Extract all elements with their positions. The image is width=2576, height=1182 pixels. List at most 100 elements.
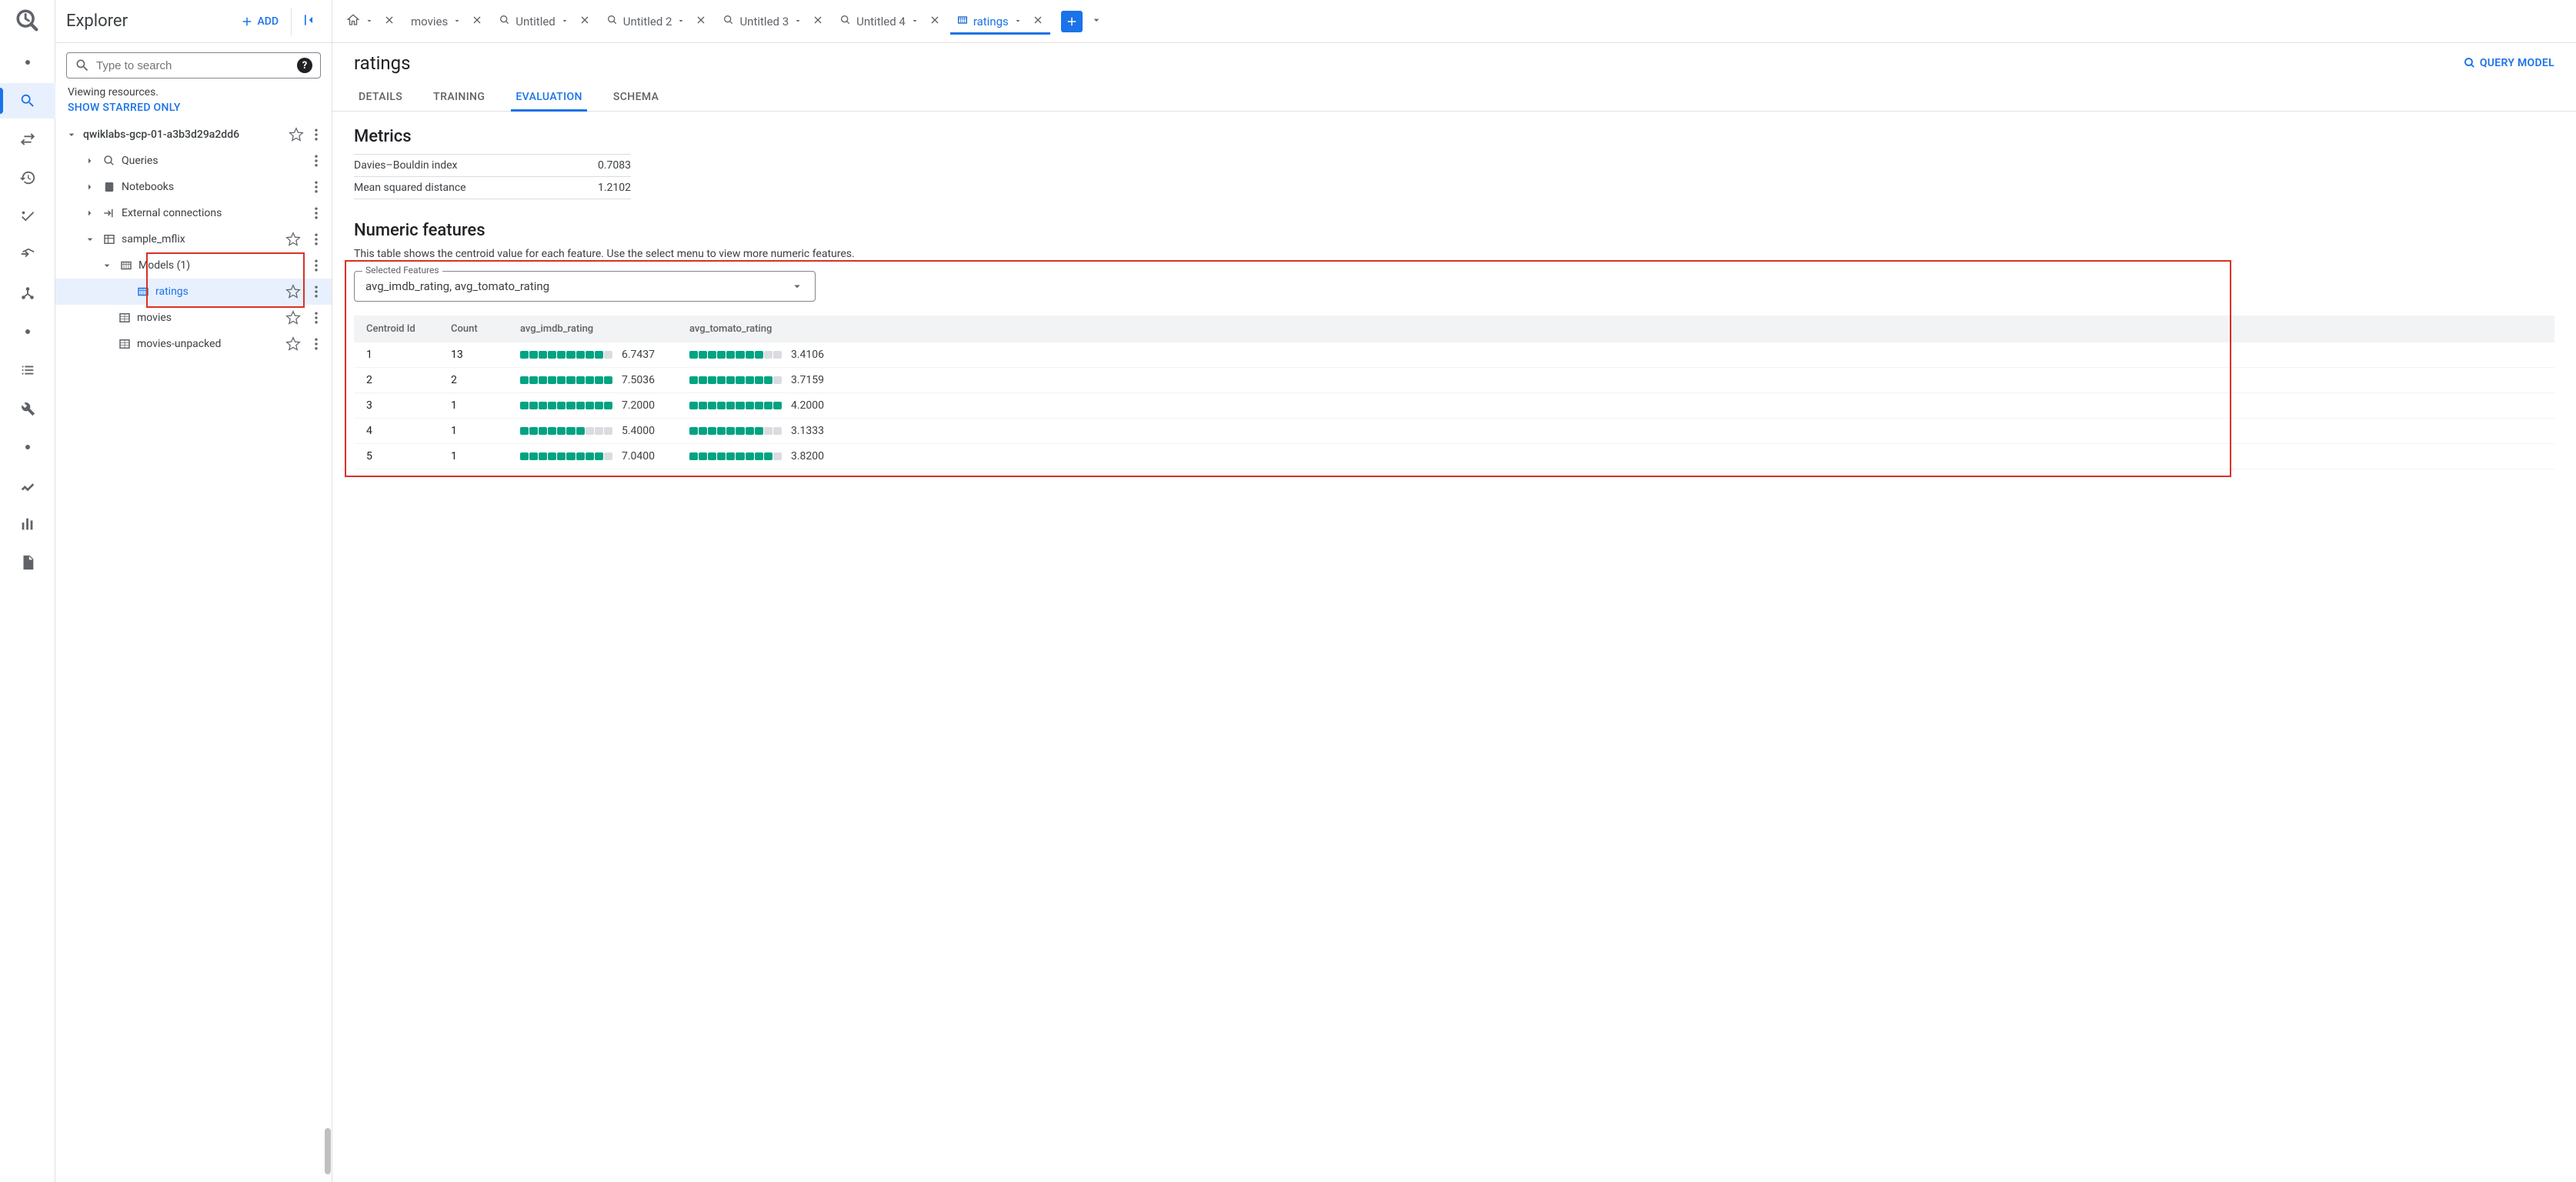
table-header: Centroid Id Count avg_imdb_rating avg_to… xyxy=(354,316,2554,342)
chevron-down-icon xyxy=(100,259,114,272)
caret-down-icon xyxy=(365,15,374,28)
cell-count: 1 xyxy=(451,425,520,437)
metrics-table: Davies–Bouldin index 0.7083 Mean squared… xyxy=(354,154,631,199)
close-icon[interactable] xyxy=(929,14,941,29)
tree-project[interactable]: qwiklabs-gcp-01-a3b3d29a2dd6 xyxy=(55,122,332,148)
more-icon[interactable] xyxy=(307,152,325,170)
more-icon[interactable] xyxy=(307,256,325,275)
subtab-training[interactable]: TRAINING xyxy=(429,83,489,111)
cell-avg-tomato: 3.1333 xyxy=(689,425,859,437)
tree-ratings[interactable]: ratings xyxy=(55,279,332,305)
help-icon[interactable]: ? xyxy=(297,58,312,73)
metric-name: Mean squared distance xyxy=(354,182,466,194)
notebook-icon xyxy=(102,179,117,195)
tab-movies[interactable]: movies xyxy=(405,9,489,34)
tree-movies[interactable]: movies xyxy=(55,305,332,331)
tree-notebooks[interactable]: Notebooks xyxy=(55,174,332,200)
close-icon[interactable] xyxy=(471,14,483,29)
rail-chart-icon[interactable] xyxy=(0,468,55,503)
rail-doc-icon[interactable] xyxy=(0,545,55,580)
subtab-evaluation[interactable]: EVALUATION xyxy=(511,83,587,111)
numeric-description: This table shows the centroid value for … xyxy=(354,248,2554,260)
cell-avg-tomato: 3.4106 xyxy=(689,349,859,361)
show-starred-only-button[interactable]: SHOW STARRED ONLY xyxy=(55,100,332,122)
rail-saved-queries-icon[interactable] xyxy=(0,199,55,234)
more-icon[interactable] xyxy=(307,230,325,249)
collapse-panel-icon[interactable] xyxy=(291,8,321,35)
tree-external[interactable]: External connections xyxy=(55,200,332,226)
rail-migration-icon[interactable] xyxy=(0,237,55,272)
tree-models[interactable]: Models (1) xyxy=(55,252,332,279)
rail-search[interactable] xyxy=(0,83,55,119)
rail-hub-icon[interactable] xyxy=(0,275,55,311)
star-icon[interactable] xyxy=(284,309,302,327)
value-bar xyxy=(520,427,612,435)
tab-untitled-2[interactable]: Untitled 2 xyxy=(600,9,714,34)
cell-count: 1 xyxy=(451,399,520,412)
tab-untitled-3[interactable]: Untitled 3 xyxy=(716,9,830,34)
metrics-row: Davies–Bouldin index 0.7083 xyxy=(354,155,631,177)
nav-rail xyxy=(0,0,55,1182)
tab-home[interactable] xyxy=(340,8,402,35)
star-icon[interactable] xyxy=(284,335,302,353)
rail-dot-2[interactable] xyxy=(0,314,55,349)
add-button[interactable]: ADD xyxy=(234,10,285,33)
new-tab-button[interactable] xyxy=(1061,11,1083,32)
search-input-wrap[interactable]: ? xyxy=(66,52,321,78)
table-row: 1136.74373.4106 xyxy=(354,342,2554,368)
tab-untitled-4[interactable]: Untitled 4 xyxy=(833,9,947,34)
caret-down-icon xyxy=(790,279,804,293)
close-icon[interactable] xyxy=(383,14,395,29)
close-icon[interactable] xyxy=(579,14,591,29)
movies-label: movies xyxy=(137,312,172,324)
caret-down-icon xyxy=(1013,15,1023,28)
more-icon[interactable] xyxy=(307,178,325,196)
selected-features-dropdown[interactable]: Selected Features avg_imdb_rating, avg_t… xyxy=(354,271,816,302)
value-bar xyxy=(689,427,782,435)
close-icon[interactable] xyxy=(1032,14,1044,29)
dataset-icon xyxy=(102,232,117,247)
subtab-details[interactable]: DETAILS xyxy=(354,83,407,111)
rail-dot-3[interactable] xyxy=(0,429,55,465)
movies-unpacked-label: movies-unpacked xyxy=(137,338,221,350)
value-bar xyxy=(689,402,782,409)
tab-label: Untitled 2 xyxy=(623,15,672,28)
tab-overflow-menu[interactable] xyxy=(1086,11,1107,32)
search-input[interactable] xyxy=(96,59,291,72)
tab-ratings[interactable]: ratings xyxy=(950,9,1050,34)
close-icon[interactable] xyxy=(695,14,707,29)
rail-bars-icon[interactable] xyxy=(0,506,55,542)
metrics-heading: Metrics xyxy=(354,127,2554,146)
cell-centroid-id: 2 xyxy=(366,374,451,386)
chevron-right-icon xyxy=(83,180,97,194)
cell-avg-imdb: 7.0400 xyxy=(520,450,689,462)
more-icon[interactable] xyxy=(307,204,325,222)
scrollbar-thumb[interactable] xyxy=(325,1128,331,1174)
tab-untitled-1[interactable]: Untitled xyxy=(492,9,597,34)
close-icon[interactable] xyxy=(812,14,824,29)
ratings-label: ratings xyxy=(155,285,189,298)
rail-dot-1[interactable] xyxy=(0,45,55,80)
query-model-button[interactable]: QUERY MODEL xyxy=(2463,56,2554,70)
more-icon[interactable] xyxy=(307,309,325,327)
more-icon[interactable] xyxy=(307,125,325,144)
cell-centroid-id: 1 xyxy=(366,349,451,361)
tree-movies-unpacked[interactable]: movies-unpacked xyxy=(55,331,332,357)
tree-dataset[interactable]: sample_mflix xyxy=(55,226,332,252)
star-icon[interactable] xyxy=(284,282,302,301)
rail-wrench-icon[interactable] xyxy=(0,391,55,426)
star-icon[interactable] xyxy=(284,230,302,249)
project-label: qwiklabs-gcp-01-a3b3d29a2dd6 xyxy=(83,129,239,141)
tree-queries[interactable]: Queries xyxy=(55,148,332,174)
tab-label: ratings xyxy=(973,15,1009,28)
more-icon[interactable] xyxy=(307,282,325,301)
more-icon[interactable] xyxy=(307,335,325,353)
model-icon xyxy=(118,258,134,273)
select-float-label: Selected Features xyxy=(362,265,442,275)
star-icon[interactable] xyxy=(287,125,305,144)
subtab-schema[interactable]: SCHEMA xyxy=(609,83,664,111)
rail-history-icon[interactable] xyxy=(0,160,55,195)
rail-transfers-icon[interactable] xyxy=(0,122,55,157)
metric-value: 0.7083 xyxy=(598,159,631,172)
rail-list-icon[interactable] xyxy=(0,352,55,388)
